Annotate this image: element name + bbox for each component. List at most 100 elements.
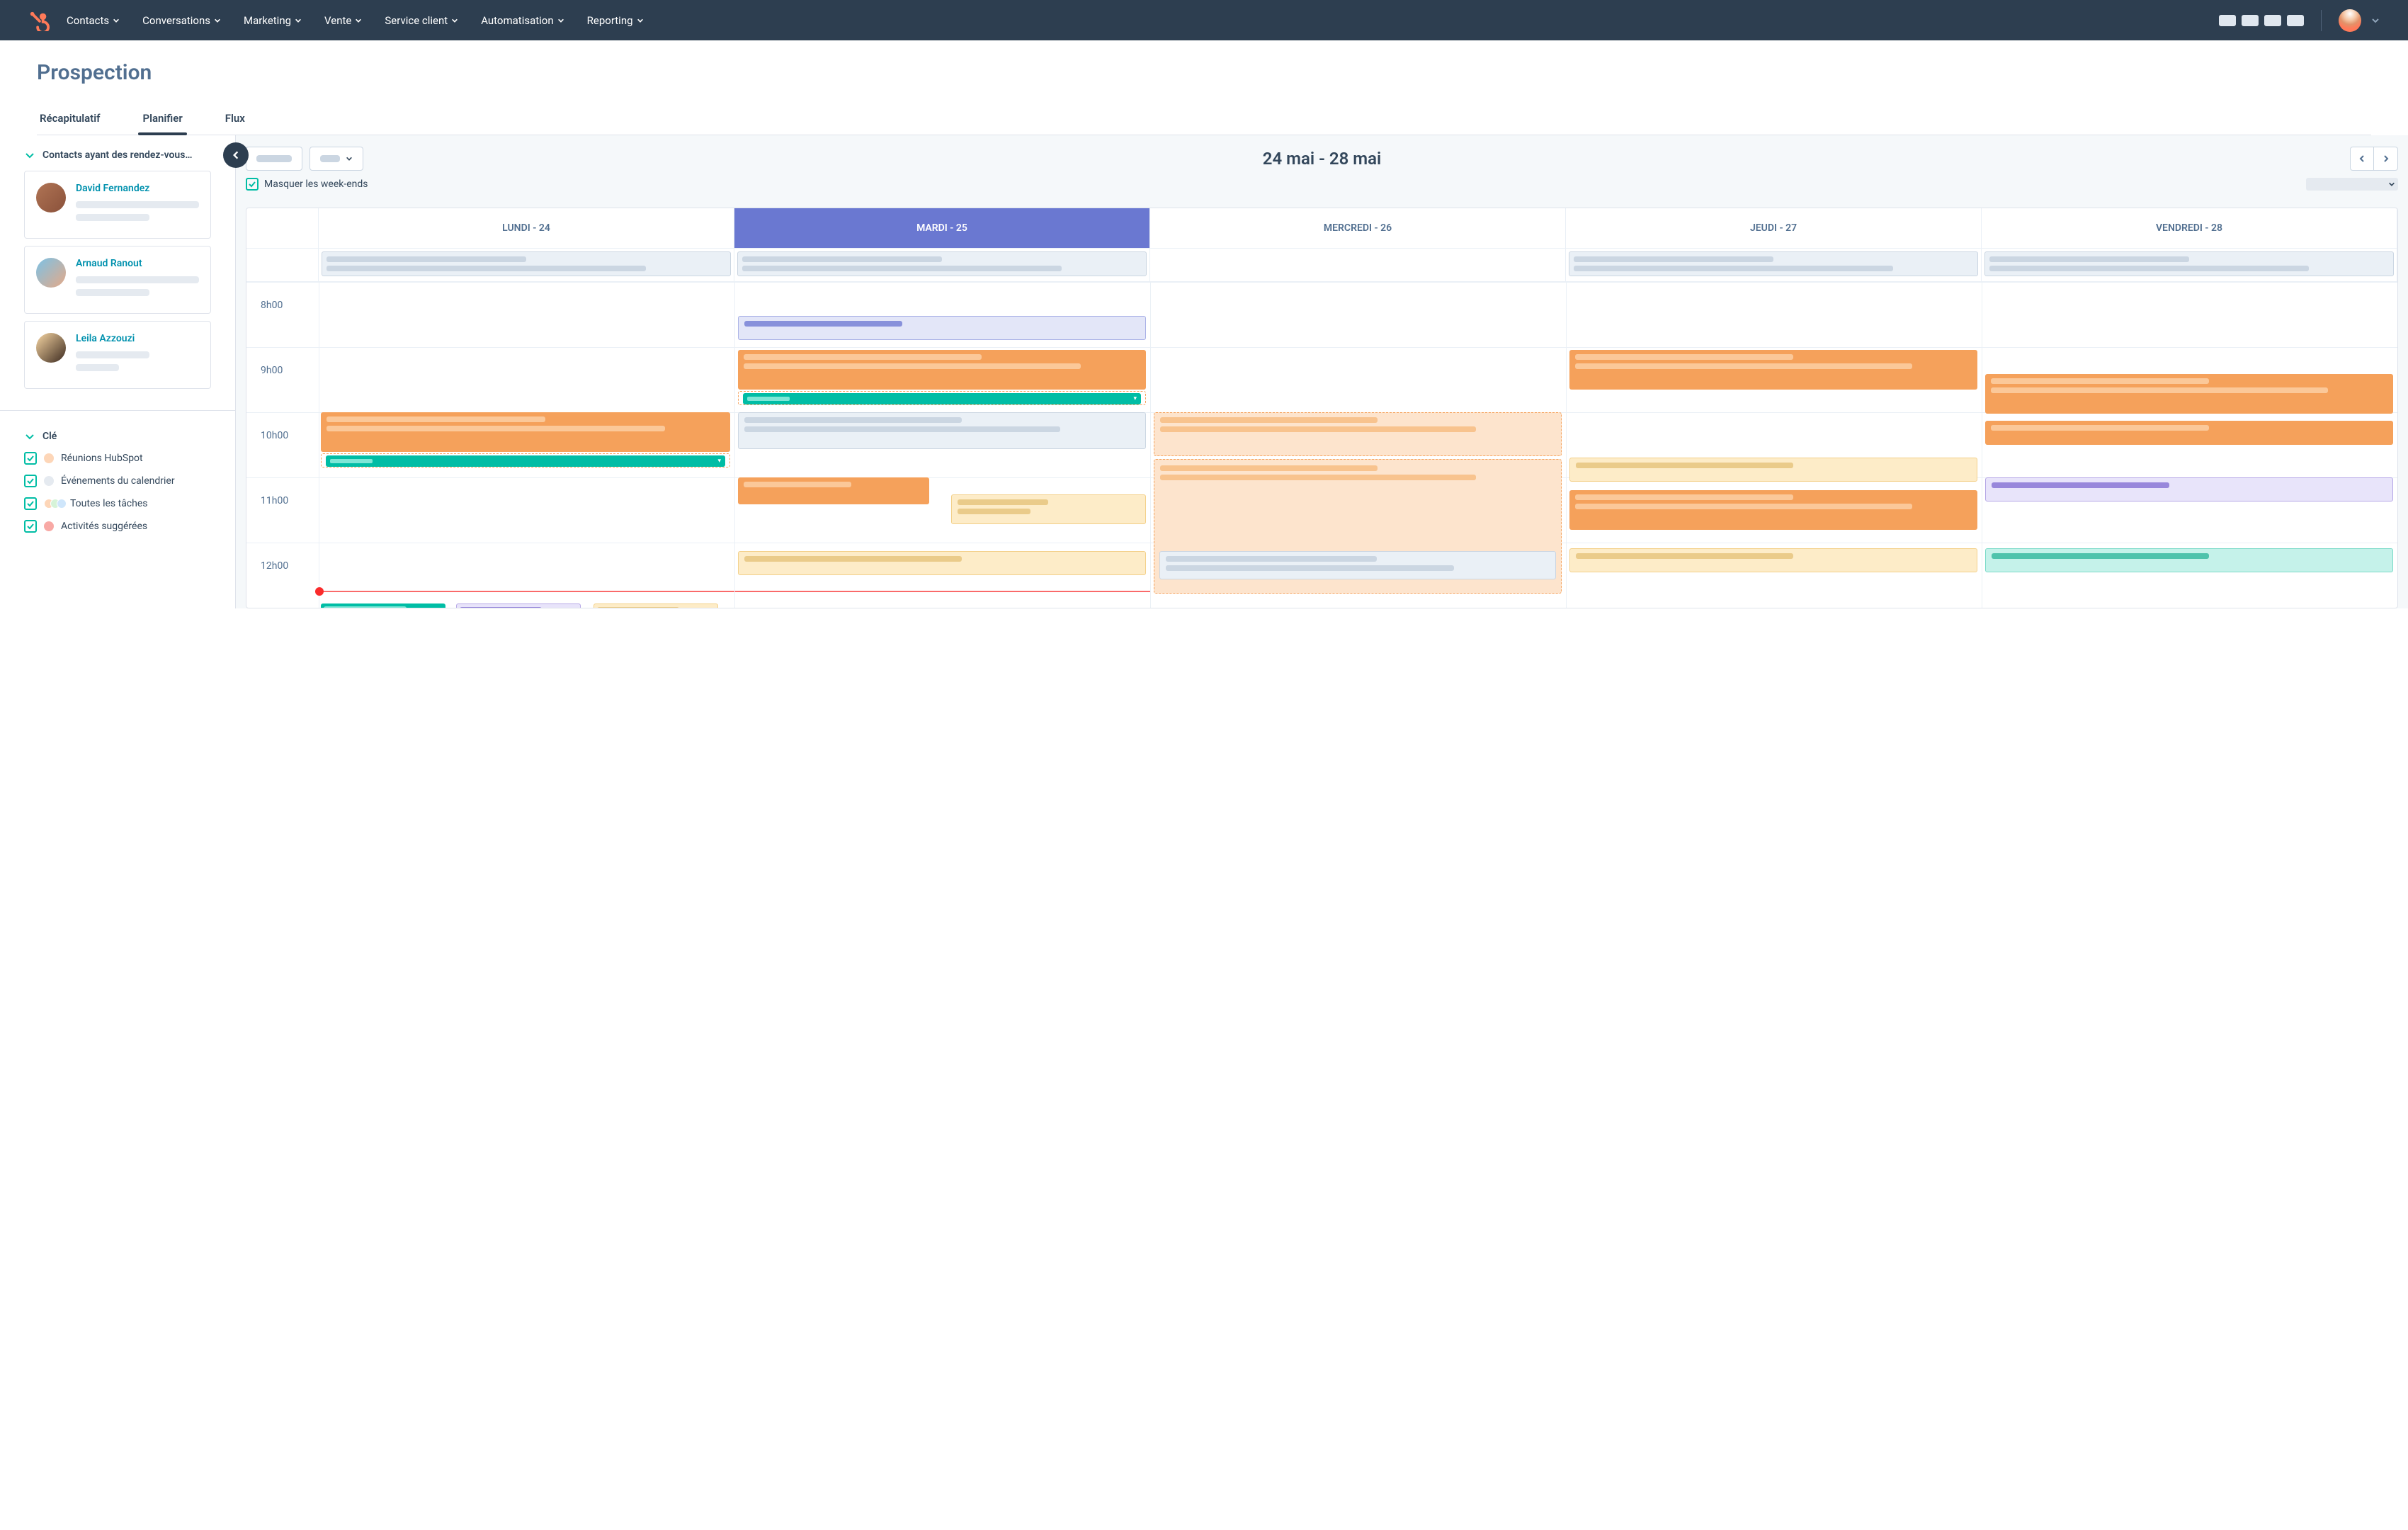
allday-event[interactable]	[1569, 251, 1978, 276]
hide-weekends-checkbox[interactable]	[246, 178, 259, 191]
nav-right	[2219, 9, 2380, 32]
hubspot-logo-icon	[28, 10, 50, 31]
top-nav: Contacts Conversations Marketing Vente S…	[0, 0, 2408, 40]
key-suggested[interactable]: Activités suggérées	[24, 520, 211, 533]
calendar-event[interactable]	[738, 412, 1146, 449]
allday-event[interactable]	[1984, 251, 2394, 276]
day-header-mon[interactable]: LUNDI - 24	[319, 208, 734, 248]
day-column-thu[interactable]	[1566, 282, 1982, 608]
calendar-event[interactable]	[1985, 421, 2393, 445]
page-header: Prospection Récapitulatif Planifier Flux	[0, 40, 2408, 135]
calendar-event[interactable]	[1154, 412, 1562, 456]
nav-service-client[interactable]: Service client	[385, 14, 458, 27]
avatar	[36, 333, 66, 363]
hour-label: 9h00	[246, 347, 319, 412]
legend-swatch	[44, 476, 54, 486]
view-select[interactable]	[2306, 178, 2398, 191]
next-week-button[interactable]	[2374, 147, 2398, 171]
calendar-event[interactable]	[1569, 490, 1977, 530]
chevron-down-icon	[2388, 181, 2395, 188]
toolbar-filter-2[interactable]	[309, 147, 363, 171]
nav-conversations[interactable]: Conversations	[142, 14, 221, 27]
hour-label: 11h00	[246, 477, 319, 543]
calendar-event[interactable]	[738, 350, 1146, 390]
calendar-event[interactable]	[738, 551, 1146, 575]
nav-reporting[interactable]: Reporting	[587, 14, 644, 27]
day-header-fri[interactable]: VENDREDI - 28	[1982, 208, 2397, 248]
hour-gutter: 8h00 9h00 10h00 11h00 12h00	[246, 282, 319, 608]
tab-flux[interactable]: Flux	[225, 102, 245, 135]
toolbar-filter-1[interactable]	[246, 147, 302, 171]
day-header-tue[interactable]: MARDI - 25	[734, 208, 1150, 248]
nav-items: Contacts Conversations Marketing Vente S…	[67, 14, 644, 27]
nav-action-1[interactable]	[2219, 15, 2236, 26]
user-avatar[interactable]	[2339, 9, 2361, 32]
tab-recapitulatif[interactable]: Récapitulatif	[40, 102, 100, 135]
calendar-event[interactable]	[321, 412, 730, 452]
calendar-event[interactable]	[594, 604, 718, 608]
key-hubspot-meetings[interactable]: Réunions HubSpot	[24, 452, 211, 465]
day-column-fri[interactable]	[1982, 282, 2397, 608]
nav-action-4[interactable]	[2287, 15, 2304, 26]
calendar-toolbar: 24 mai - 28 mai Masquer les week-ends	[236, 135, 2408, 195]
calendar-event[interactable]	[456, 604, 581, 608]
calendar-event[interactable]	[1569, 350, 1977, 390]
contact-name: Leila Azzouzi	[76, 333, 199, 344]
nav-contacts[interactable]: Contacts	[67, 14, 120, 27]
calendar-event[interactable]	[1569, 548, 1977, 572]
sidebar: Contacts ayant des rendez-vous… David Fe…	[0, 135, 236, 608]
allday-event[interactable]	[737, 251, 1147, 276]
calendar-event[interactable]	[738, 316, 1146, 340]
day-column-wed[interactable]	[1150, 282, 1566, 608]
chevron-down-icon[interactable]	[2371, 16, 2380, 25]
calendar-event[interactable]	[1985, 374, 2393, 414]
calendar-event[interactable]	[951, 494, 1146, 524]
nav-vente[interactable]: Vente	[324, 14, 362, 27]
day-column-tue[interactable]: ▾	[734, 282, 1150, 608]
checkbox-icon[interactable]	[24, 452, 37, 465]
calendar-event[interactable]	[1159, 551, 1556, 579]
avatar	[36, 183, 66, 212]
allday-event[interactable]	[322, 251, 731, 276]
calendar-event[interactable]	[1985, 477, 2393, 502]
chevron-down-icon	[24, 149, 35, 161]
checkbox-icon[interactable]	[24, 497, 37, 510]
tab-planifier[interactable]: Planifier	[142, 102, 182, 135]
calendar-event[interactable]	[321, 604, 445, 608]
prev-week-button[interactable]	[2350, 147, 2374, 171]
day-column-mon[interactable]: ▾	[319, 282, 734, 608]
calendar-event[interactable]	[1569, 458, 1977, 482]
page-title: Prospection	[37, 60, 2371, 85]
avatar	[36, 258, 66, 288]
contact-card[interactable]: Leila Azzouzi	[24, 321, 211, 389]
key-all-tasks[interactable]: Toutes les tâches	[24, 497, 211, 510]
tabs: Récapitulatif Planifier Flux	[37, 102, 2371, 135]
legend-swatch	[44, 521, 54, 531]
nav-marketing[interactable]: Marketing	[244, 14, 302, 27]
calendar-event-badge[interactable]: ▾	[738, 391, 1146, 405]
legend-swatch	[44, 499, 63, 509]
calendar-event-badge[interactable]: ▾	[321, 453, 730, 468]
collapse-sidebar-button[interactable]	[223, 142, 249, 168]
nav-automatisation[interactable]: Automatisation	[481, 14, 564, 27]
contact-card[interactable]: Arnaud Ranout	[24, 246, 211, 314]
checkbox-icon[interactable]	[24, 520, 37, 533]
contact-name: David Fernandez	[76, 183, 199, 194]
chevron-down-icon	[346, 155, 353, 162]
calendar-event[interactable]	[1985, 548, 2393, 572]
key-toggle[interactable]: Clé	[24, 431, 211, 442]
checkbox-icon[interactable]	[24, 475, 37, 487]
contacts-toggle[interactable]: Contacts ayant des rendez-vous…	[24, 149, 211, 161]
key-calendar-events[interactable]: Événements du calendrier	[24, 475, 211, 487]
contact-card[interactable]: David Fernandez	[24, 171, 211, 239]
hide-weekends-label: Masquer les week-ends	[264, 178, 368, 190]
nav-action-3[interactable]	[2264, 15, 2281, 26]
contacts-header: Contacts ayant des rendez-vous…	[42, 149, 193, 161]
nav-action-2[interactable]	[2242, 15, 2259, 26]
divider	[2321, 10, 2322, 31]
day-header-thu[interactable]: JEUDI - 27	[1566, 208, 1982, 248]
chevron-down-icon	[24, 431, 35, 442]
legend-swatch	[44, 453, 54, 463]
day-header-wed[interactable]: MERCREDI - 26	[1150, 208, 1566, 248]
calendar-event[interactable]	[738, 477, 929, 504]
